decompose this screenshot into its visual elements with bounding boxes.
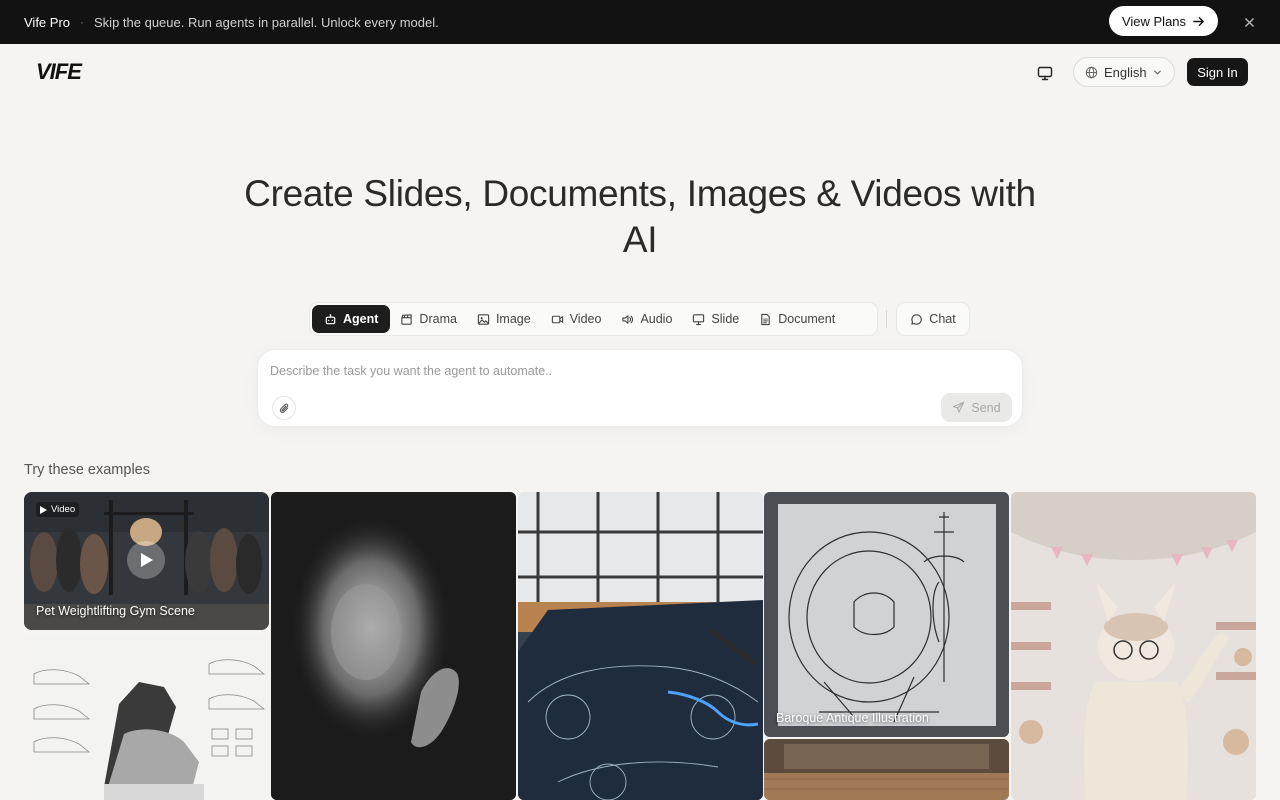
video-badge: Video [36,502,80,517]
tab-chat[interactable]: Chat [896,302,970,336]
send-button[interactable]: Send [941,393,1012,422]
example-card-smoke-portrait[interactable] [271,492,516,800]
baroque-sketch-image [764,492,1009,737]
tab-label: Video [569,312,602,326]
promo-banner: Vife Pro · Skip the queue. Run agents in… [0,0,1280,44]
view-plans-label: View Plans [1121,13,1187,29]
tab-label: Audio [640,312,673,326]
plush-costume-image [1011,492,1256,800]
tab-document[interactable]: Document [749,305,845,333]
hero-title: Create Slides, Documents, Images & Video… [244,173,1036,260]
globe-icon [1085,66,1098,78]
send-label: Send [971,400,1001,415]
example-card-baroque-illustration[interactable]: Baroque Antique Illustration [764,492,1009,737]
example-card-sneaker-design[interactable] [24,634,269,800]
language-label: English [1104,64,1147,80]
vife-logo[interactable]: VIFE [36,60,106,84]
play-small-icon [40,505,47,514]
paperclip-icon [279,403,288,413]
play-button[interactable] [127,541,165,579]
language-selector[interactable]: English [1073,57,1175,87]
tab-drama[interactable]: Drama [390,305,467,333]
promo-separator: · [80,15,85,29]
close-icon [1244,17,1254,27]
card-caption: Baroque Antique Illustration [776,711,929,725]
examples-title: Try these examples [24,462,150,478]
prompt-input[interactable]: Describe the task you want the agent to … [270,364,552,378]
document-icon [761,313,770,325]
monitor-icon [1037,66,1053,80]
attach-button[interactable] [272,396,296,420]
promo-message: Skip the queue. Run agents in parallel. … [94,14,439,30]
example-card-pet-weightlifting[interactable]: Video Pet Weightlifting Gym Scene [24,492,269,630]
promo-brand: Vife Pro [24,14,71,30]
mode-tabs: Agent Drama Image Video Audio Slide Docu… [309,302,878,336]
arrow-right-icon [1193,16,1204,26]
tab-label: Image [495,312,531,326]
robot-icon [325,313,336,324]
display-mode-button[interactable] [1034,62,1056,84]
svg-text:VIFE: VIFE [36,60,83,84]
car-blueprint-image [518,492,763,800]
tab-video[interactable]: Video [541,305,612,333]
play-icon [140,553,153,567]
clapperboard-icon [401,313,413,325]
example-card-plush-costume[interactable] [1011,492,1256,800]
site-header: VIFE English Sign In [0,44,1280,100]
tab-audio[interactable]: Audio [611,305,682,333]
tab-label: Drama [419,312,457,326]
prompt-box[interactable]: Describe the task you want the agent to … [257,349,1023,427]
close-banner-button[interactable] [1240,13,1258,31]
video-camera-icon [551,315,563,323]
example-card-interior[interactable] [764,739,1009,800]
example-card-car-blueprint[interactable] [518,492,763,800]
sign-in-button[interactable]: Sign In [1187,58,1248,86]
tab-image[interactable]: Image [467,305,541,333]
image-icon [477,313,490,325]
presentation-icon [693,313,705,325]
tab-label: Slide [711,312,740,326]
send-icon [953,401,965,413]
tab-label: Document [778,312,836,326]
tab-label: Agent [343,312,379,326]
tab-slide[interactable]: Slide [682,305,749,333]
tabs-divider [886,310,887,328]
tab-agent[interactable]: Agent [312,305,391,333]
interior-image [764,739,1009,800]
smoke-portrait-image [271,492,516,800]
video-badge-label: Video [51,504,76,515]
chevron-down-icon [1153,70,1161,75]
card-caption: Pet Weightlifting Gym Scene [36,604,195,618]
view-plans-button[interactable]: View Plans [1109,6,1218,36]
chat-bubble-icon [911,313,923,325]
speaker-icon [622,314,634,324]
sneaker-sketch-image [24,634,269,800]
tab-label: Chat [929,312,956,326]
